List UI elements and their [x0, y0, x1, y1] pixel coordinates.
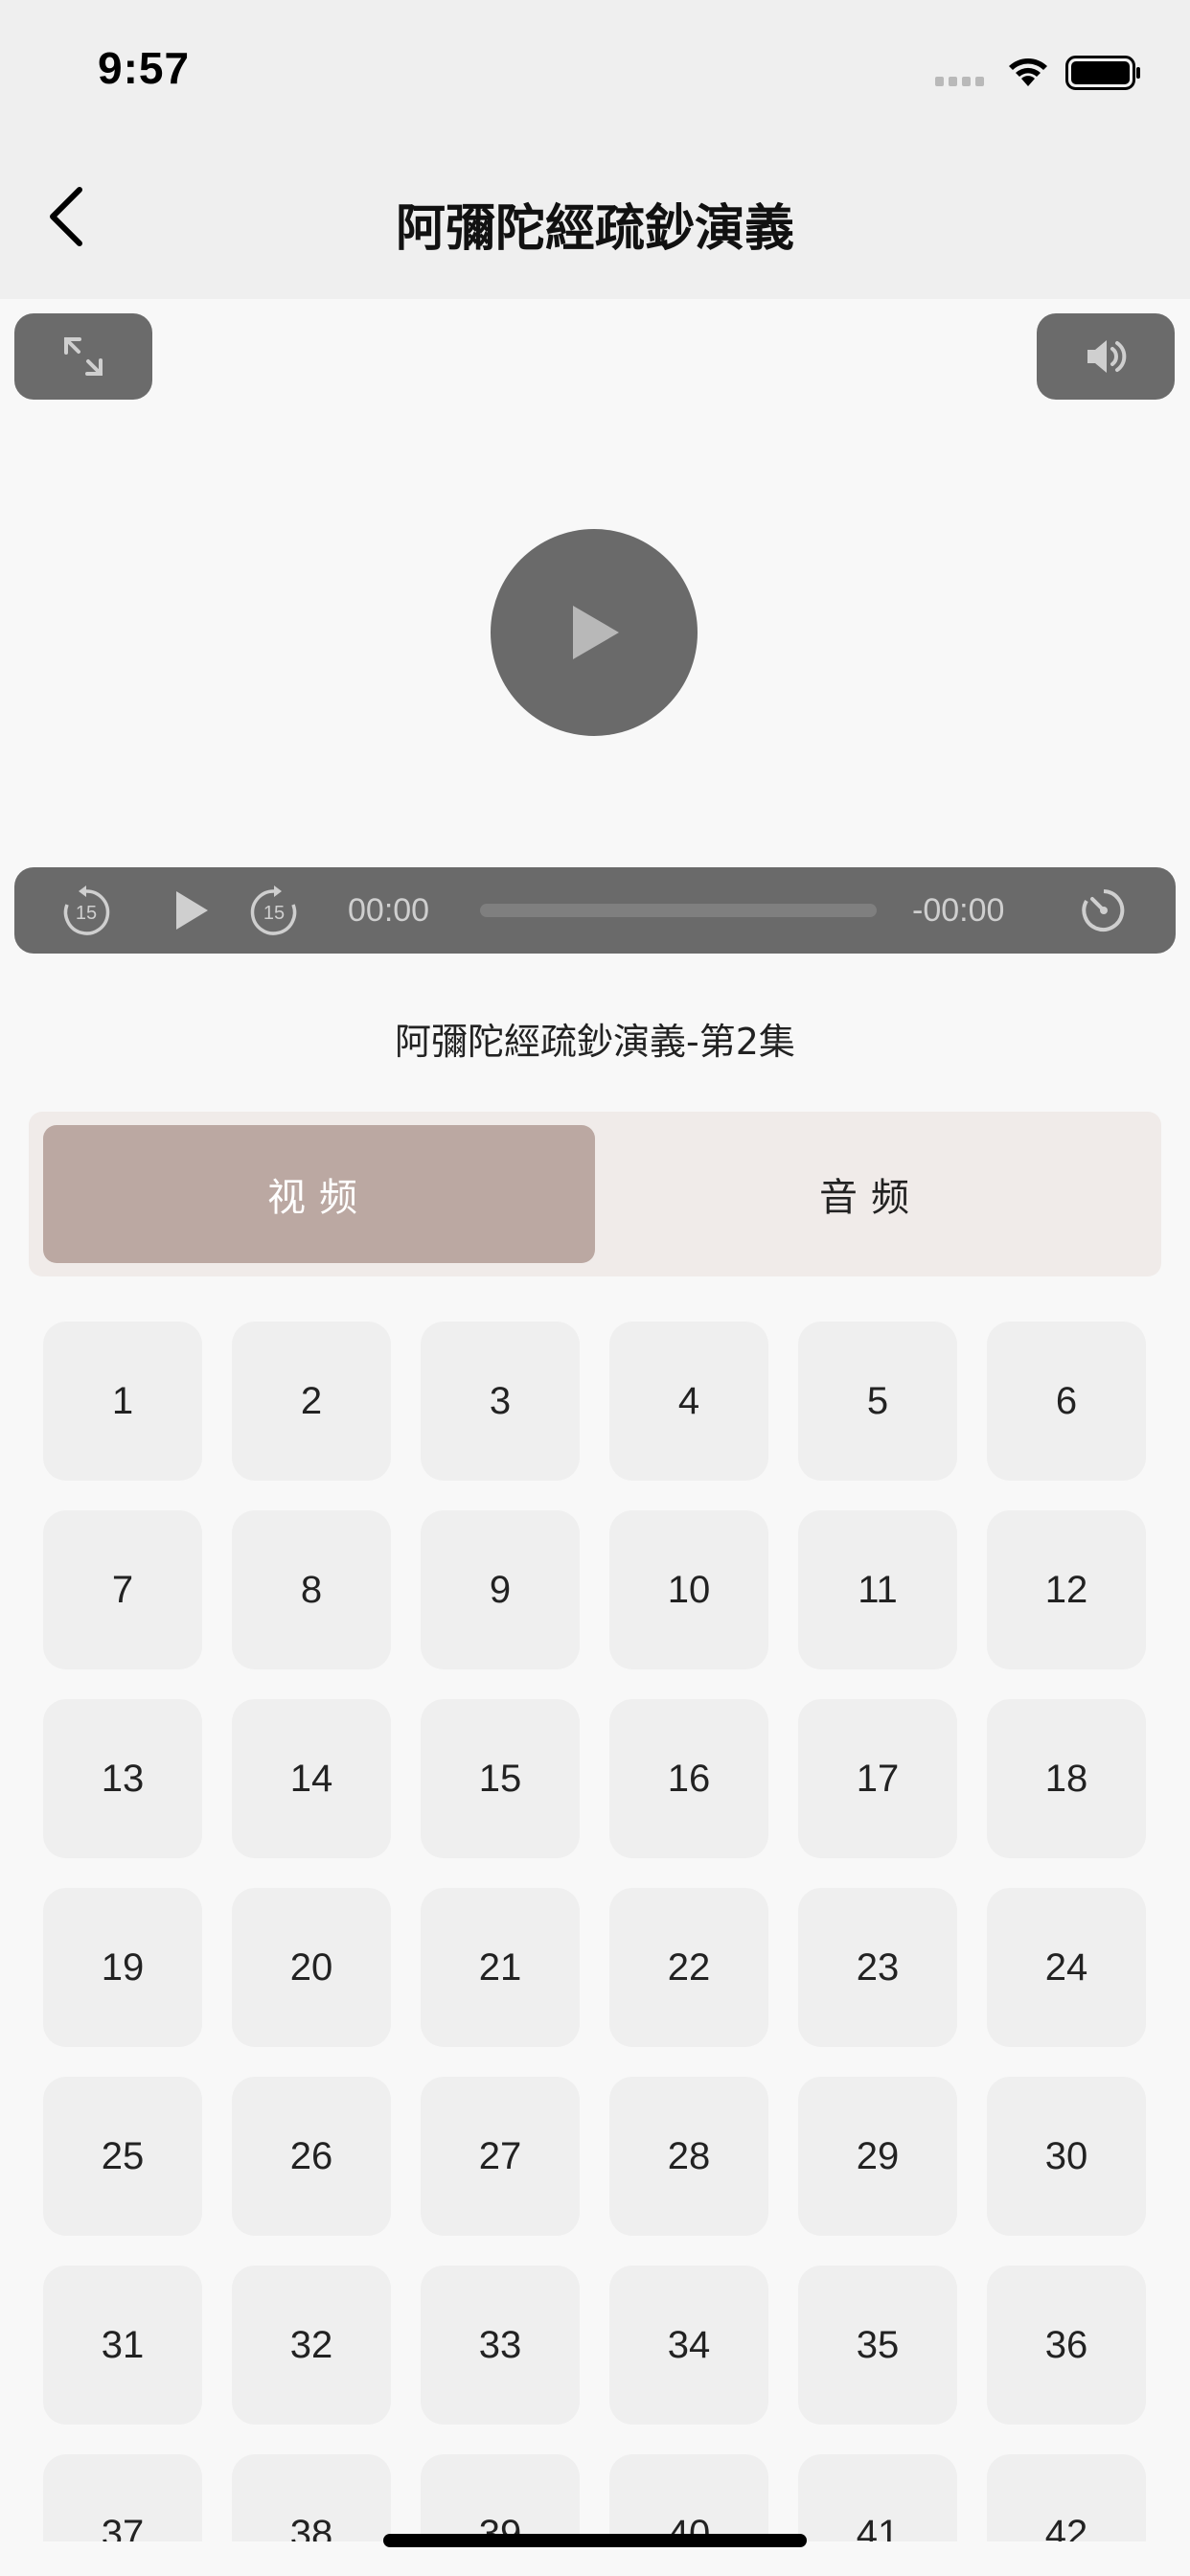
episode-button[interactable]: 11	[798, 1510, 957, 1669]
tab-video[interactable]: 视频	[43, 1125, 595, 1263]
episode-button[interactable]: 19	[43, 1888, 202, 2047]
episode-button[interactable]: 36	[987, 2266, 1146, 2425]
speed-icon	[1082, 889, 1125, 932]
video-player[interactable]: 15 15 00:00 -00:00	[0, 299, 1190, 970]
battery-icon	[1065, 56, 1140, 90]
episode-button[interactable]: 21	[421, 1888, 580, 2047]
media-type-tabs: 视频 音频	[29, 1112, 1161, 1276]
episode-button[interactable]: 18	[987, 1699, 1146, 1858]
playback-controls: 15 15 00:00 -00:00	[14, 867, 1176, 954]
episode-button[interactable]: 34	[609, 2266, 768, 2425]
play-button[interactable]	[168, 867, 216, 954]
rewind-15-icon: 15	[63, 886, 110, 935]
episode-button[interactable]: 31	[43, 2266, 202, 2425]
episode-button[interactable]: 15	[421, 1699, 580, 1858]
playback-speed-button[interactable]	[1074, 867, 1133, 954]
home-indicator	[383, 2534, 807, 2547]
elapsed-time: 00:00	[348, 892, 430, 929]
episode-button[interactable]: 30	[987, 2077, 1146, 2236]
episode-button[interactable]: 23	[798, 1888, 957, 2047]
episode-grid: 1 2 3 4 5 6 7 8 9 10 11 12 13 14 15 16 17 18 19 20 21 22 23 24 2…	[43, 1322, 1147, 2576]
episode-button[interactable]: 13	[43, 1699, 202, 1858]
fullscreen-button[interactable]	[14, 313, 152, 400]
episode-button[interactable]: 24	[987, 1888, 1146, 2047]
episode-button[interactable]: 25	[43, 2077, 202, 2236]
skip-back-button[interactable]: 15	[57, 867, 116, 954]
episode-button[interactable]: 26	[232, 2077, 391, 2236]
status-time: 9:57	[98, 43, 191, 93]
wifi-icon	[1009, 58, 1047, 86]
episode-button[interactable]: 4	[609, 1322, 768, 1481]
episode-button[interactable]: 27	[421, 2077, 580, 2236]
expand-icon	[64, 337, 103, 376]
svg-text:15: 15	[263, 903, 285, 924]
episode-button[interactable]: 28	[609, 2077, 768, 2236]
episode-button[interactable]: 33	[421, 2266, 580, 2425]
play-icon	[573, 606, 619, 659]
svg-text:15: 15	[76, 903, 97, 924]
episode-button[interactable]: 17	[798, 1699, 957, 1858]
episode-button[interactable]: 35	[798, 2266, 957, 2425]
episode-button[interactable]: 3	[421, 1322, 580, 1481]
episode-button[interactable]: 7	[43, 1510, 202, 1669]
signal-icon	[935, 77, 984, 86]
episode-button[interactable]: 20	[232, 1888, 391, 2047]
episode-title: 阿彌陀經疏鈔演義-第2集	[395, 1021, 795, 1063]
forward-15-icon: 15	[250, 886, 297, 935]
episode-button[interactable]: 12	[987, 1510, 1146, 1669]
tab-audio[interactable]: 音频	[595, 1125, 1147, 1263]
remaining-time: -00:00	[912, 892, 1005, 929]
episode-button[interactable]: 10	[609, 1510, 768, 1669]
episode-button[interactable]: 8	[232, 1510, 391, 1669]
navigation-header: 9:57 阿彌陀經疏鈔演義	[0, 0, 1190, 299]
episode-button[interactable]: 16	[609, 1699, 768, 1858]
play-icon	[176, 891, 208, 930]
speaker-icon	[1087, 340, 1127, 373]
episode-button[interactable]: 5	[798, 1322, 957, 1481]
skip-forward-button[interactable]: 15	[244, 867, 304, 954]
episode-button[interactable]: 6	[987, 1322, 1146, 1481]
episode-button[interactable]: 14	[232, 1699, 391, 1858]
episode-button[interactable]: 9	[421, 1510, 580, 1669]
episode-button[interactable]: 2	[232, 1322, 391, 1481]
volume-button[interactable]	[1037, 313, 1175, 400]
episode-button[interactable]: 29	[798, 2077, 957, 2236]
progress-bar[interactable]	[480, 904, 877, 917]
episode-button[interactable]: 32	[232, 2266, 391, 2425]
episode-button[interactable]: 22	[609, 1888, 768, 2047]
page-title: 阿彌陀經疏鈔演義	[395, 200, 794, 258]
episode-button[interactable]: 1	[43, 1322, 202, 1481]
big-play-button[interactable]	[491, 529, 698, 736]
